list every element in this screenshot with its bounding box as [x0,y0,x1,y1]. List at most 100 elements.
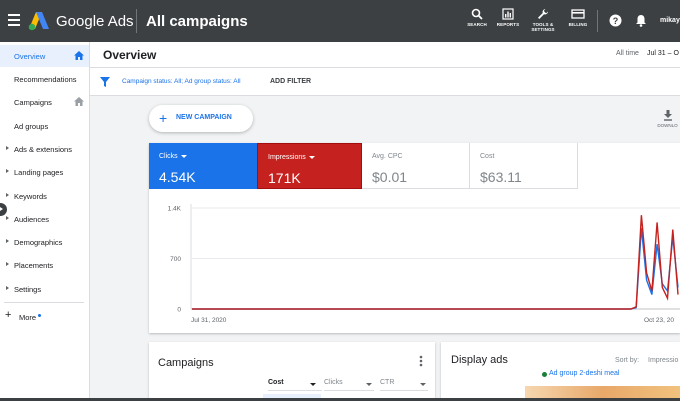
metric-impressions[interactable]: Impressions 171K [257,143,362,189]
sort-by-label: Sort by: [615,357,640,364]
reports-tool-label: REPORTS [496,22,520,27]
dropdown-caret-icon [420,383,426,386]
search-tool-button[interactable]: SEARCH [460,8,494,27]
reports-tool-button[interactable]: REPORTS [491,8,525,27]
sidebar-item-audiences[interactable]: Audiences [0,208,89,230]
metric-value: 171K [268,170,301,186]
download-button[interactable]: DOWNLO [655,110,680,128]
date-range-picker[interactable]: Jul 31 – O [647,50,679,57]
line-chart: 1.4K 700 0 Jul 31, 2020 Oct 23, 20 [168,204,680,324]
search-tool-label: SEARCH [467,22,487,27]
sidebar-item-landing-pages[interactable]: Landing pages [0,161,89,183]
metric-value: 4.54K [159,169,196,185]
campaigns-card-title: Campaigns [158,357,214,369]
google-ads-logo-icon [28,12,49,31]
expand-arrow-icon [6,286,9,290]
series-line-clicks [192,228,679,310]
expand-arrow-icon [6,193,9,197]
y-tick-label: 700 [170,256,181,263]
new-campaign-label: NEW CAMPAIGN [176,114,232,121]
home-icon [74,51,84,60]
x-tick-label: Jul 31, 2020 [191,317,227,324]
series-line-impressions [192,215,679,310]
plus-icon: + [159,110,168,126]
account-name[interactable]: mikayl [660,17,680,24]
brand-name: Google Ads [56,13,134,30]
tools-settings-label: TOOLS & SETTINGS [531,22,555,32]
column-select-ctr[interactable]: CTR [380,379,428,391]
billing-button[interactable]: BILLING [561,8,595,27]
metric-value: $0.01 [372,169,408,185]
home-icon [74,97,84,106]
tools-settings-button[interactable]: TOOLS & SETTINGS [526,8,560,32]
metric-value: $63.11 [480,169,522,185]
sidebar-item-demographics[interactable]: Demographics [0,231,89,253]
sidebar-item-placements[interactable]: Placements [0,254,89,276]
topbar-separator [597,10,598,32]
download-label: DOWNLO [657,123,678,128]
expand-arrow-icon [6,216,9,220]
metric-cost[interactable]: Cost $63.11 [470,143,578,189]
dropdown-caret-icon [308,155,315,159]
metric-label: Cost [480,153,495,160]
column-select-clicks[interactable]: Clicks [324,379,374,391]
filter-bar: Campaign status: All; Ad group status: A… [90,68,680,96]
column-select-label: Clicks [324,379,343,386]
y-tick-label: 0 [177,307,181,314]
metric-avg-cpc[interactable]: Avg. CPC $0.01 [362,143,470,189]
reports-icon [502,8,514,20]
column-select-cost[interactable]: Cost [268,379,322,391]
download-icon [663,110,672,121]
date-range-label: All time [616,50,639,57]
expand-arrow-icon [6,239,9,243]
sidebar-nav: Overview Recommendations Campaigns Ad gr… [0,42,90,401]
sidebar-item-more[interactable]: + More [0,306,89,328]
y-tick-label: 1.4K [168,206,182,213]
column-select-label: CTR [380,379,395,386]
dropdown-caret-icon [180,154,187,158]
more-vert-icon[interactable] [419,355,423,367]
metric-label: Impressions [268,154,315,161]
billing-label: BILLING [568,22,588,27]
column-select-label: Cost [268,379,284,386]
expand-arrow-icon [6,169,9,173]
sidebar-item-ads-extensions[interactable]: Ads & extensions [0,138,89,160]
new-campaign-button[interactable]: + NEW CAMPAIGN [149,105,253,132]
performance-chart-card: Clicks 4.54K Impressions 171K Avg. CPC $… [149,143,680,333]
campaigns-card: Campaigns Cost Clicks CTR [149,342,435,401]
plus-icon: + [5,309,12,321]
ad-group-link[interactable]: Ad group 2-deshi meal [549,370,619,377]
top-app-bar: Google Ads All campaigns SEARCH REPORTS … [0,0,680,42]
sidebar-item-label: Settings [14,285,42,294]
x-tick-label: Oct 23, 20 [644,317,674,324]
hamburger-menu-icon[interactable] [8,14,20,26]
metric-label: Clicks [159,153,187,160]
sidebar-item-label: Keywords [14,192,47,201]
topbar-divider [136,9,137,33]
sidebar-item-label: Landing pages [14,168,64,177]
sidebar-item-label: Campaigns [14,98,52,107]
sidebar-item-ad-groups[interactable]: Ad groups [0,115,89,137]
sidebar-item-label: Placements [14,261,54,270]
filter-funnel-icon[interactable] [100,77,110,87]
display-ads-title: Display ads [451,354,508,366]
sidebar-item-recommendations[interactable]: Recommendations [0,68,89,90]
sort-by-select[interactable]: Impressio [648,357,678,364]
metric-label: Avg. CPC [372,153,403,160]
overview-title: Overview [103,48,157,62]
overview-header: Overview All time Jul 31 – O [90,42,680,68]
sidebar-item-label: Recommendations [14,75,77,84]
sidebar-item-settings[interactable]: Settings [0,278,89,300]
sidebar-item-campaigns[interactable]: Campaigns [0,91,89,113]
metric-clicks[interactable]: Clicks 4.54K [149,143,257,189]
sidebar-item-label: Ad groups [14,122,49,131]
sidebar-item-overview[interactable]: Overview [0,45,89,67]
status-dot-icon [542,372,547,377]
notifications-bell-icon[interactable] [635,14,647,27]
active-filters[interactable]: Campaign status: All; Ad group status: A… [122,78,241,85]
new-indicator-dot [38,314,41,317]
sidebar-item-keywords[interactable]: Keywords [0,185,89,207]
add-filter-button[interactable]: ADD FILTER [270,78,311,85]
sidebar-divider [4,302,84,303]
help-icon[interactable]: ? [609,14,622,27]
